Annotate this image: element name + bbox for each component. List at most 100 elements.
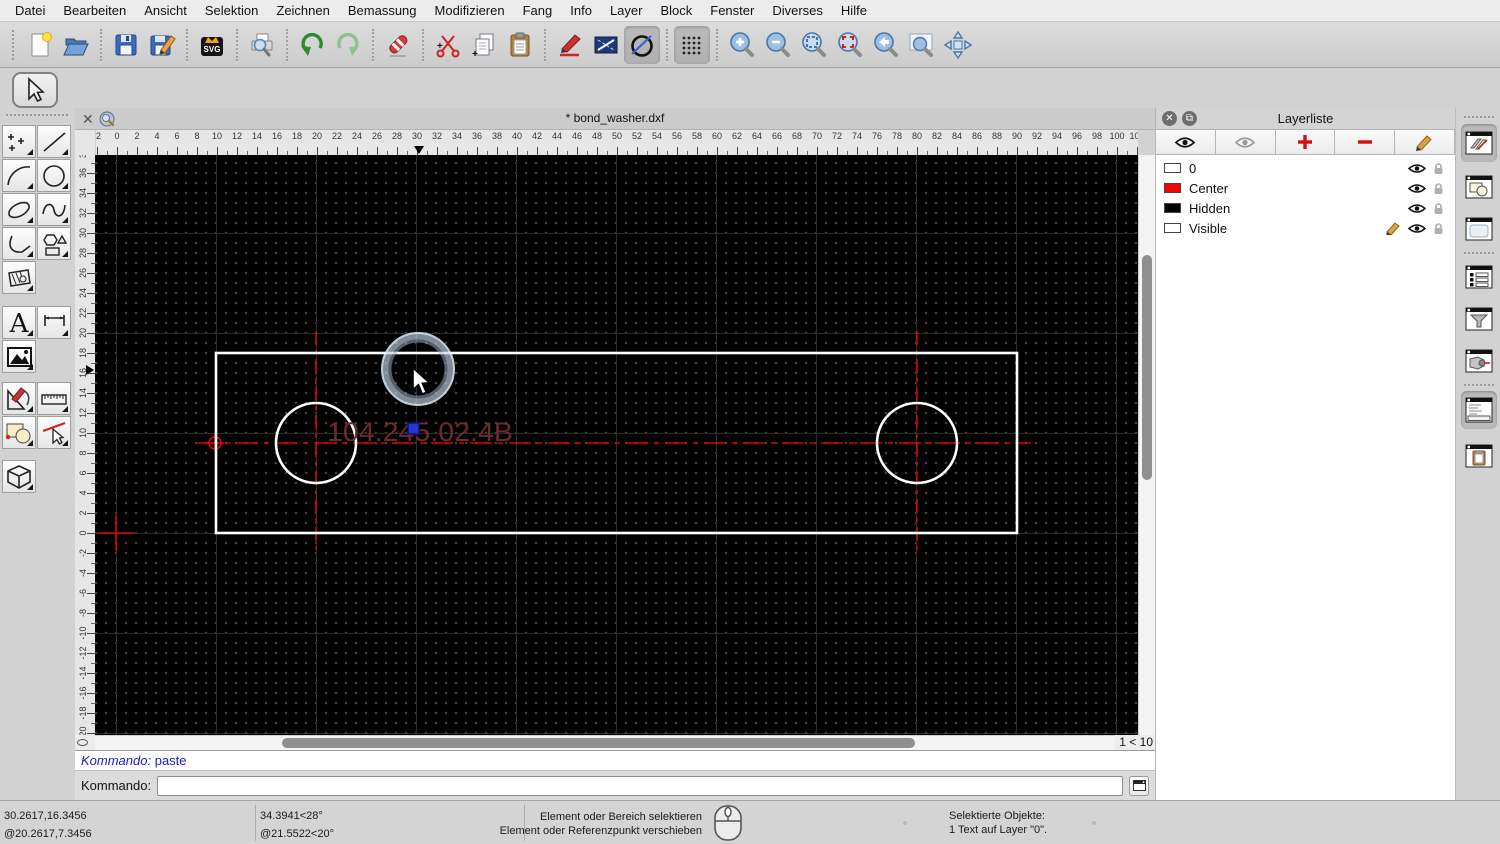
block-tool[interactable] [2, 416, 36, 449]
select-tools[interactable] [37, 416, 71, 449]
menu-zeichnen[interactable]: Zeichnen [267, 0, 338, 21]
hatch-tool[interactable] [2, 261, 36, 294]
layer-visible-eye-icon[interactable] [1408, 183, 1426, 194]
menubar: Datei Bearbeiten Ansicht Selektion Zeich… [0, 0, 1500, 22]
delete-icon[interactable] [380, 26, 416, 64]
menu-selektion[interactable]: Selektion [196, 0, 267, 21]
layer-lock-icon[interactable] [1432, 222, 1445, 235]
menu-modifizieren[interactable]: Modifizieren [426, 0, 514, 21]
layer-lock-icon[interactable] [1432, 202, 1445, 215]
command-input[interactable] [157, 776, 1123, 796]
remove-layer-button[interactable] [1335, 130, 1395, 155]
open-file-icon[interactable] [58, 26, 94, 64]
selection-handle[interactable] [408, 423, 419, 434]
layer-visible-eye-icon[interactable] [1408, 223, 1426, 234]
hide-all-layers-button[interactable] [1216, 130, 1276, 155]
image-tool[interactable] [2, 340, 36, 373]
polyline-tool[interactable] [2, 227, 36, 260]
new-file-icon[interactable] [22, 26, 58, 64]
vertical-scrollbar-thumb[interactable] [1142, 255, 1152, 480]
cut-icon[interactable]: + [430, 26, 466, 64]
relative-polar-coordinate: @21.5522<20° [260, 828, 334, 840]
main-toolbar: SVG + + [0, 22, 1500, 68]
vertical-scrollbar[interactable] [1138, 155, 1155, 735]
menu-block[interactable]: Block [651, 0, 701, 21]
toolbar-drag-handle[interactable] [12, 30, 18, 60]
circle-tool[interactable] [37, 159, 71, 192]
clipboard-panel-toggle[interactable] [1461, 437, 1497, 475]
dimension-tool[interactable] [37, 306, 71, 339]
window-icon [1133, 780, 1146, 791]
measure-tool[interactable] [37, 382, 71, 415]
layer-row-visible[interactable]: Visible [1156, 218, 1455, 238]
menu-hilfe[interactable]: Hilfe [832, 0, 876, 21]
spline-tool[interactable] [37, 193, 71, 226]
menu-fang[interactable]: Fang [514, 0, 562, 21]
tool-palette: A [0, 68, 75, 800]
selection-arrow-button[interactable] [12, 72, 58, 108]
svg-export-icon[interactable]: SVG [194, 26, 230, 64]
edit-layer-button[interactable] [1395, 130, 1455, 155]
points-tool[interactable] [2, 125, 36, 158]
zoom-out-icon[interactable] [760, 26, 796, 64]
line-selection-icon[interactable] [588, 26, 624, 64]
layer-row-hidden[interactable]: Hidden [1156, 198, 1455, 218]
horizontal-scrollbar-thumb[interactable] [282, 738, 915, 748]
selection-filter-toggle[interactable] [1461, 300, 1497, 338]
menu-datei[interactable]: Datei [6, 0, 54, 21]
menu-diverses[interactable]: Diverses [763, 0, 832, 21]
drawing-canvas[interactable]: 104.245.02.4B [95, 155, 1138, 735]
cursor-arrow-icon [23, 77, 47, 103]
copy-icon[interactable]: + [466, 26, 502, 64]
undo-icon[interactable] [294, 26, 330, 64]
inspection-tool-toggle[interactable] [1461, 342, 1497, 380]
grid-toggle-icon[interactable] [674, 26, 710, 64]
shapes-tool[interactable] [37, 227, 71, 260]
line-tool[interactable] [37, 125, 71, 158]
zoom-auto-icon[interactable] [796, 26, 832, 64]
menu-bemassung[interactable]: Bemassung [339, 0, 426, 21]
zoom-in-icon[interactable] [724, 26, 760, 64]
add-layer-button[interactable] [1276, 130, 1336, 155]
zoom-previous-icon[interactable] [868, 26, 904, 64]
redo-icon[interactable] [330, 26, 366, 64]
library-browser-toggle[interactable] [1461, 210, 1497, 248]
menu-layer[interactable]: Layer [601, 0, 652, 21]
block-list-toggle[interactable] [1461, 168, 1497, 206]
horizontal-scrollbar[interactable] [95, 735, 1115, 750]
menu-bearbeiten[interactable]: Bearbeiten [54, 0, 135, 21]
command-line-toggle[interactable] [1461, 391, 1497, 429]
layer-row-center[interactable]: Center [1156, 178, 1455, 198]
solid-3d-tool[interactable] [2, 460, 36, 493]
zoom-selection-icon[interactable] [832, 26, 868, 64]
print-preview-icon[interactable] [244, 26, 280, 64]
show-all-layers-button[interactable] [1156, 130, 1216, 155]
modify-tool[interactable] [2, 382, 36, 415]
menu-info[interactable]: Info [561, 0, 601, 21]
mouse-cursor-icon [413, 368, 429, 394]
menu-ansicht[interactable]: Ansicht [135, 0, 196, 21]
save-icon[interactable] [108, 26, 144, 64]
command-window-toggle-button[interactable] [1129, 776, 1149, 796]
draft-mode-icon[interactable] [624, 26, 660, 64]
text-tool[interactable]: A [2, 306, 36, 339]
layer-lock-icon[interactable] [1432, 182, 1445, 195]
edit-pencil-icon[interactable] [552, 26, 588, 64]
pan-icon[interactable] [940, 26, 976, 64]
layer-row-0[interactable]: 0 [1156, 158, 1455, 178]
zoom-window-icon[interactable] [904, 26, 940, 64]
paste-icon[interactable] [502, 26, 538, 64]
arc-tool[interactable] [2, 159, 36, 192]
part-number-text[interactable]: 104.245.02.4B [327, 417, 513, 447]
ellipse-tool[interactable] [2, 193, 36, 226]
property-editor-toggle[interactable] [1461, 258, 1497, 296]
layer-list-toggle[interactable] [1461, 124, 1497, 162]
corner-widget[interactable] [77, 739, 88, 746]
dock-drag-handle[interactable] [1464, 116, 1494, 118]
menu-fenster[interactable]: Fenster [701, 0, 763, 21]
layer-visible-eye-icon[interactable] [1408, 163, 1426, 174]
save-as-icon[interactable] [144, 26, 180, 64]
palette-drag-handle[interactable] [6, 114, 68, 118]
layer-visible-eye-icon[interactable] [1408, 203, 1426, 214]
layer-lock-icon[interactable] [1432, 162, 1445, 175]
